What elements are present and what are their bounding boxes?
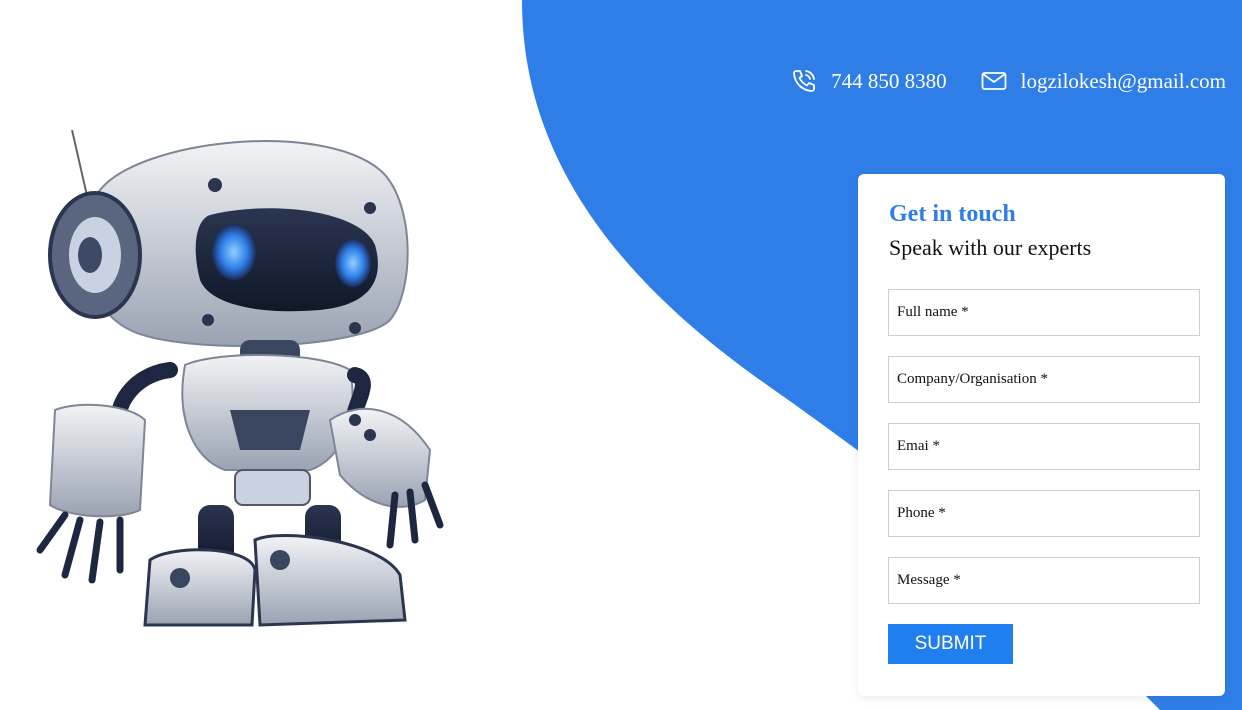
- email-field[interactable]: Emai *: [888, 423, 1200, 470]
- contact-bar: 744 850 8380 logzilokesh@gmail.com: [791, 68, 1226, 94]
- email-address: logzilokesh@gmail.com: [1020, 68, 1226, 93]
- phone-number: 744 850 8380: [831, 68, 947, 93]
- submit-button[interactable]: SUBMIT: [888, 624, 1013, 664]
- robot-illustration: [36, 129, 444, 627]
- form-subtitle: Speak with our experts: [889, 235, 1092, 260]
- phone-icon: [791, 68, 817, 94]
- company-field[interactable]: Company/Organisation *: [888, 356, 1200, 403]
- email-contact[interactable]: logzilokesh@gmail.com: [981, 69, 1226, 94]
- phone-contact[interactable]: 744 850 8380: [791, 68, 947, 94]
- contact-form-card: Get in touch Speak with our experts Full…: [858, 174, 1225, 696]
- full-name-field[interactable]: Full name *: [888, 289, 1200, 336]
- form-title: Get in touch: [889, 201, 1016, 227]
- phone-field[interactable]: Phone *: [888, 490, 1200, 537]
- mail-icon: [981, 71, 1007, 91]
- message-field[interactable]: Message *: [888, 557, 1200, 604]
